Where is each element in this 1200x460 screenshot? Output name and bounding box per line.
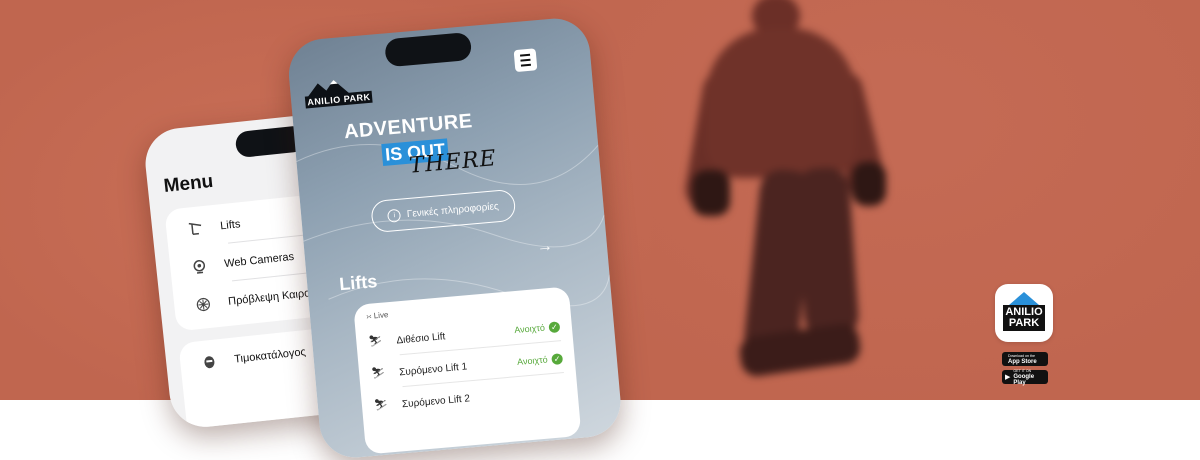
rider-torso [706, 28, 856, 178]
app-icon[interactable]: ANILIO PARK [995, 284, 1053, 342]
rider-glove-right [852, 162, 886, 206]
lift-name: Συρόμενο Lift 1 [398, 360, 468, 378]
menu-item-label: Lifts [219, 218, 241, 233]
mountain-icon [1009, 292, 1039, 305]
google-play-badge[interactable]: ▶ GET IT ON Google Play [1002, 369, 1048, 386]
check-icon: ✓ [548, 320, 561, 333]
check-icon: ✓ [551, 352, 564, 365]
snowflake-icon [191, 292, 215, 316]
app-icon-text: ANILIO PARK [1003, 305, 1045, 331]
menu-item-label: Τιμοκατάλογος [233, 346, 307, 366]
google-play-icon: ▶ [1005, 374, 1011, 381]
menu-title: Menu [162, 170, 215, 197]
lift-name: Διθέσιο Lift [395, 330, 446, 346]
ski-lift-icon [183, 217, 207, 241]
webcam-icon [187, 255, 211, 279]
phone-home-screen: ANILIO PARK ADVENTURE IS OUT THERE i Γεν… [286, 15, 624, 460]
general-info-label: Γενικές πληροφορίες [406, 200, 500, 220]
info-icon: i [387, 208, 402, 223]
lift-status: Ανοιχτό [513, 322, 546, 336]
lifts-card: ›‹ Live ⛷ Διθέσιο Lift Ανοιχτό ✓ ⛷ Συρόμ… [353, 286, 582, 455]
menu-item-label: Πρόβλεψη Καιρού [227, 286, 317, 308]
menu-item-label: Web Cameras [223, 250, 295, 271]
hamburger-menu-icon[interactable] [513, 48, 538, 73]
live-indicator: ›‹ Live [365, 310, 389, 322]
arrow-right-icon[interactable]: → [536, 238, 554, 257]
lift-status: Ανοιχτό [516, 354, 549, 368]
chairlift-icon: ⛷ [367, 334, 383, 348]
rider-glove-left [692, 170, 730, 216]
lifts-section-title: Lifts [338, 271, 379, 295]
lift-name: Συρόμενο Lift 2 [401, 392, 471, 410]
drag-lift-icon: ⛷ [370, 366, 386, 380]
app-store-badge[interactable]: Download on the App Store [1002, 352, 1048, 366]
ski-mask-icon [197, 350, 221, 374]
